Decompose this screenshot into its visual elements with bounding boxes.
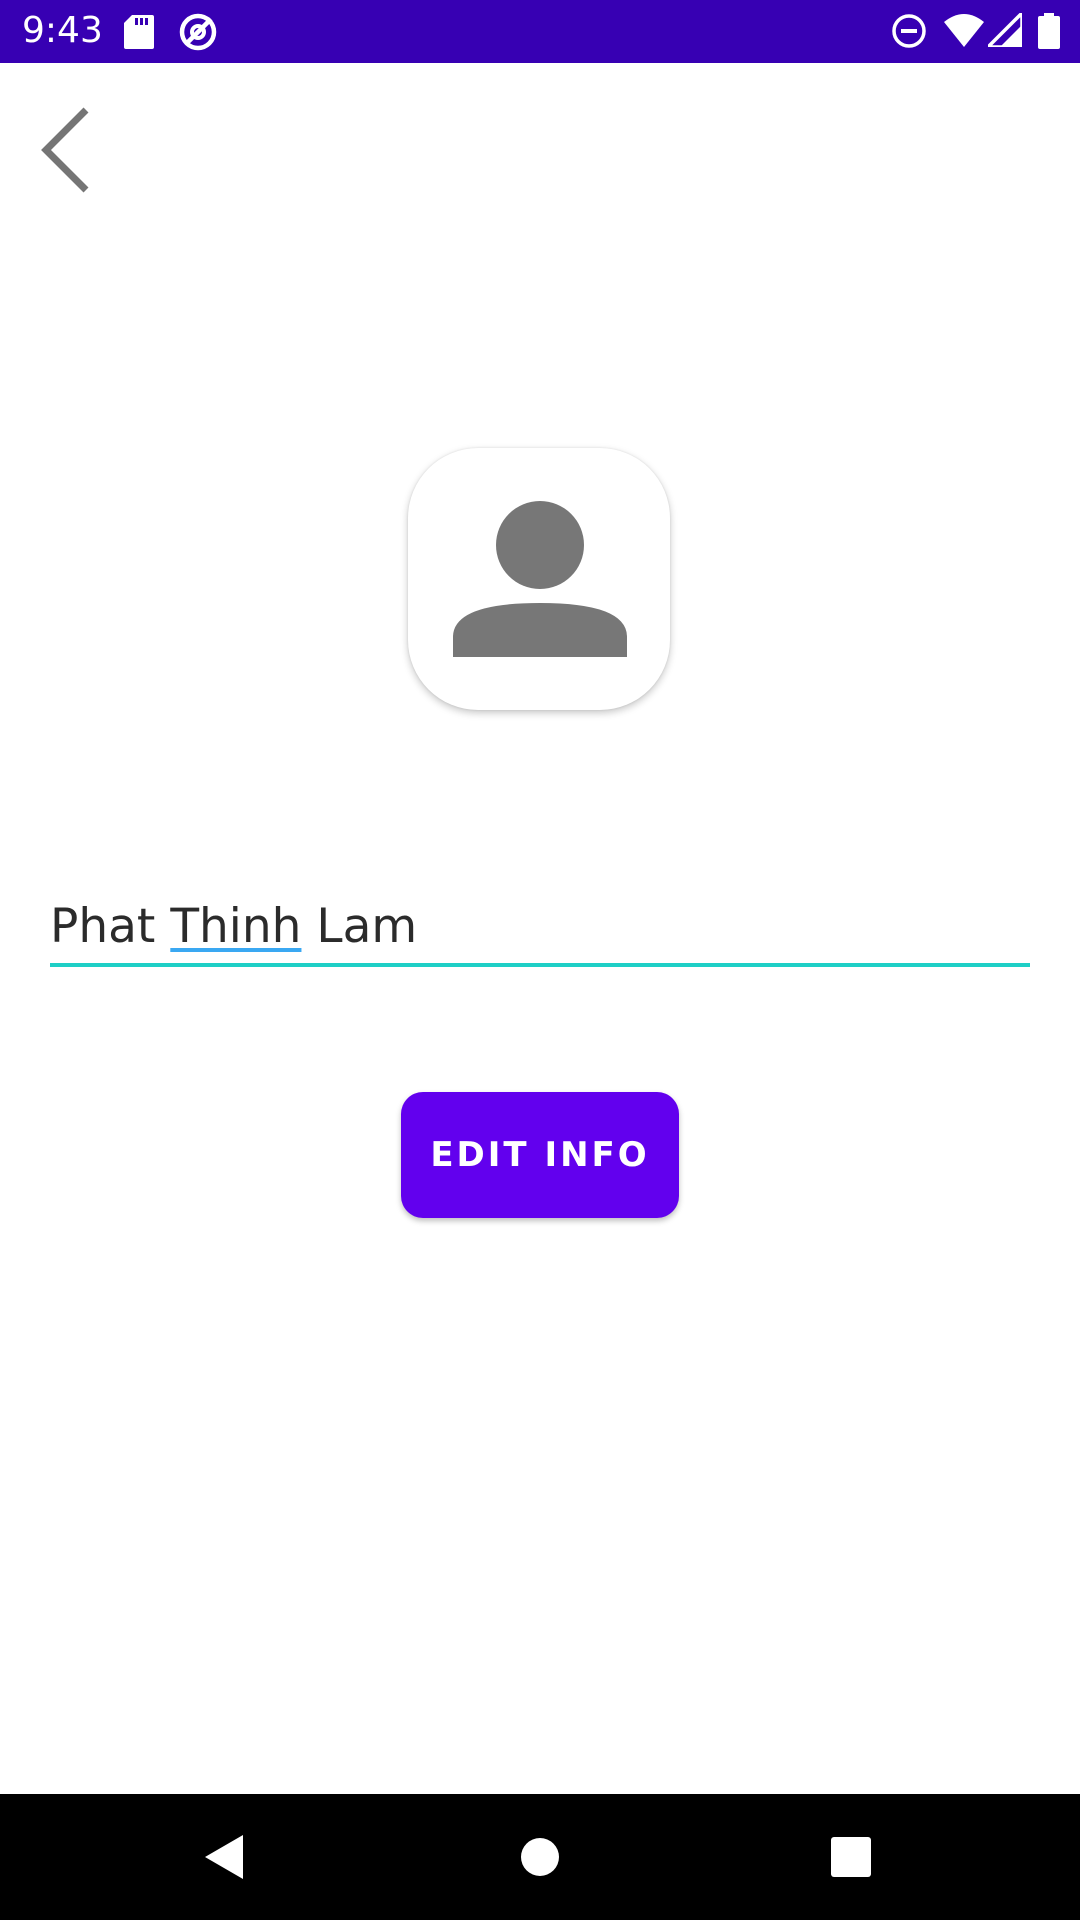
wifi-icon (944, 13, 984, 52)
nav-back-button[interactable] (155, 1794, 295, 1920)
status-bar: 9:43 (0, 0, 1080, 63)
nav-back-icon (205, 1835, 243, 1879)
name-value: Phat Thinh Lam (50, 895, 417, 959)
avatar[interactable] (408, 448, 670, 710)
name-part: Lam (301, 899, 418, 954)
nav-home-button[interactable] (470, 1794, 610, 1920)
chevron-left-icon (41, 107, 89, 193)
nav-recents-icon (831, 1837, 871, 1877)
edit-info-button[interactable]: EDIT INFO (401, 1092, 679, 1218)
navigation-bar (0, 1794, 1080, 1920)
name-part: Phat (50, 899, 171, 954)
sd-card-icon (124, 15, 154, 54)
nav-home-icon (521, 1838, 559, 1876)
name-field[interactable]: Phat Thinh Lam (50, 895, 1030, 967)
status-time: 9:43 (22, 10, 103, 51)
back-button[interactable] (26, 100, 106, 200)
nav-recents-button[interactable] (781, 1794, 921, 1920)
person-icon (453, 501, 627, 657)
do-not-disturb-icon (891, 13, 927, 54)
vpn-icon (178, 12, 218, 57)
battery-icon (1038, 13, 1060, 54)
signal-icon (983, 8, 1024, 52)
name-part-misspelled: Thinh (170, 899, 302, 954)
